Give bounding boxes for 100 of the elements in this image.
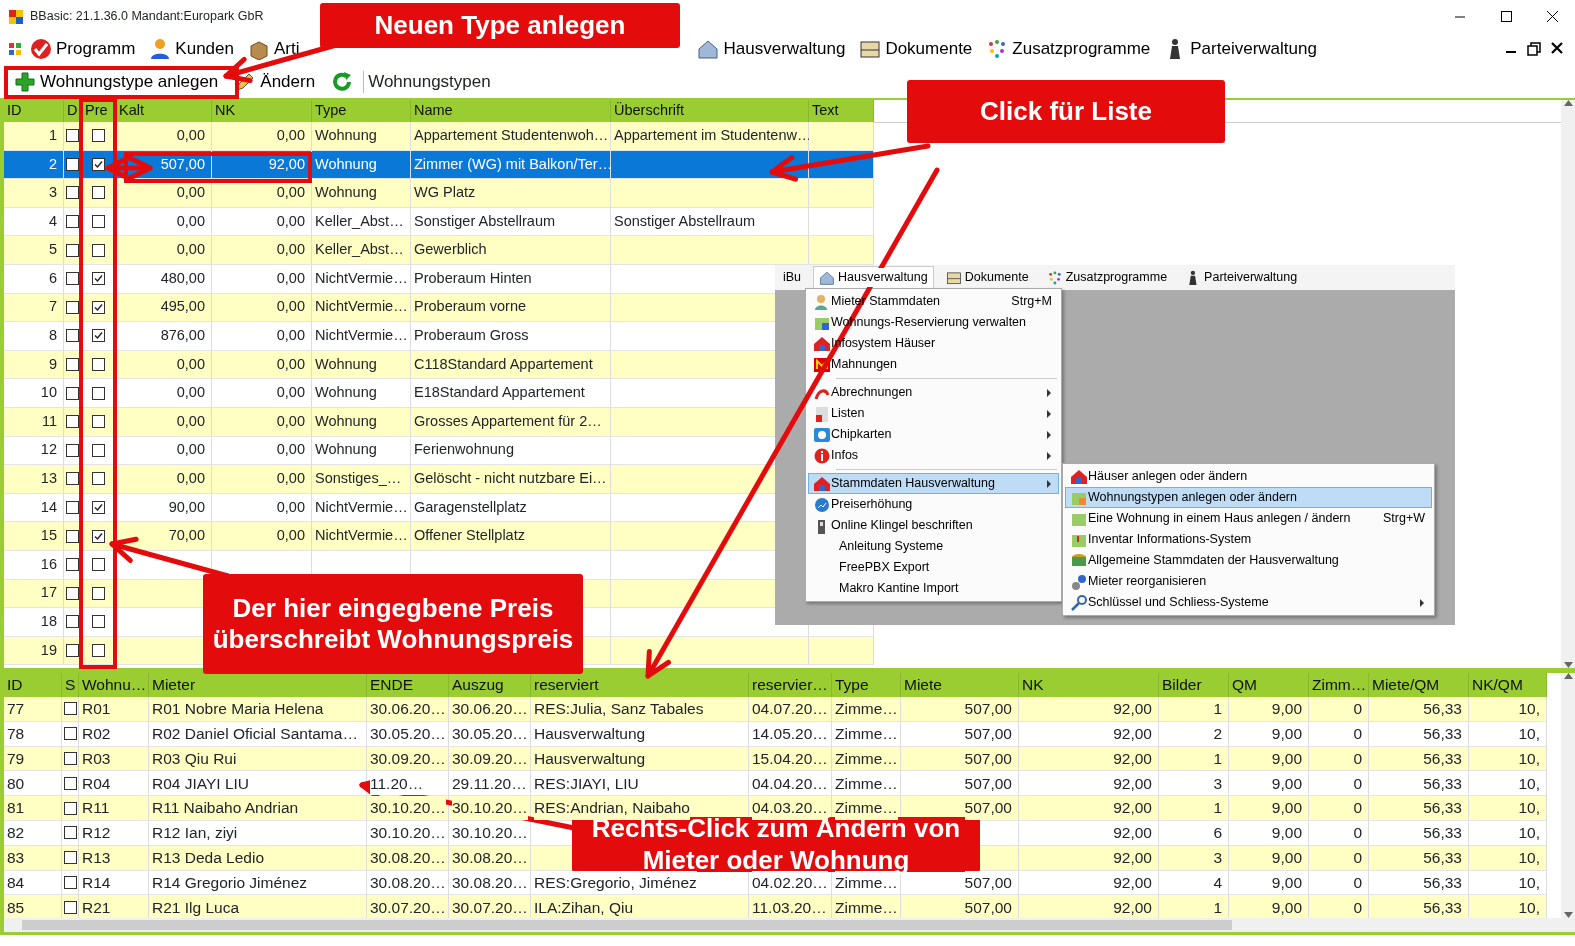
checkbox[interactable] — [63, 826, 77, 840]
checkbox[interactable] — [66, 186, 79, 200]
scrollbar[interactable] — [1561, 673, 1575, 918]
scrollbar[interactable] — [4, 918, 1575, 932]
column-header[interactable]: ID — [4, 100, 64, 122]
column-header[interactable]: S — [62, 673, 79, 697]
column-header[interactable]: Überschrift — [611, 100, 809, 122]
toolbar-button[interactable]: Ändern — [228, 66, 322, 97]
checkbox[interactable] — [92, 501, 105, 514]
checkbox[interactable] — [66, 558, 79, 572]
checkbox[interactable] — [92, 615, 105, 629]
menu-item[interactable]: Zusatzprogramme — [1040, 266, 1174, 289]
menu-item[interactable]: Parteiverwaltung — [1179, 266, 1304, 289]
checkbox[interactable] — [92, 129, 105, 143]
checkbox[interactable] — [66, 644, 79, 657]
checkbox[interactable] — [66, 615, 79, 629]
checkbox[interactable] — [66, 243, 79, 257]
checkbox[interactable] — [92, 300, 105, 314]
menu-item[interactable]: Stammdaten Hausverwaltung — [808, 473, 1059, 494]
menu-item[interactable]: Listen — [808, 403, 1059, 424]
column-header[interactable]: ENDE — [367, 673, 449, 697]
menu-item[interactable]: Häuser anlegen oder ändern — [1065, 466, 1432, 487]
column-header[interactable]: reservier… — [749, 673, 832, 697]
menu-item[interactable]: Mahnungen — [808, 354, 1059, 375]
checkbox[interactable] — [92, 358, 105, 372]
menu-item[interactable]: Chipkarten — [808, 424, 1059, 445]
column-header[interactable]: reserviert — [531, 673, 749, 697]
column-header[interactable]: Mieter — [149, 673, 367, 697]
menu-item[interactable]: Eine Wohnung in einem Haus anlegen / ändern Strg+W — [1065, 508, 1432, 529]
scrollbar[interactable] — [1561, 100, 1575, 668]
menu-item[interactable]: Zusatzprogramme — [980, 34, 1157, 64]
checkbox[interactable] — [66, 529, 79, 543]
checkbox[interactable] — [92, 443, 105, 457]
checkbox[interactable] — [66, 415, 79, 429]
checkbox[interactable] — [66, 300, 79, 314]
menu-item[interactable]: Anleitung Systeme — [808, 536, 1059, 557]
menu-item[interactable]: Inventar Informations-System — [1065, 529, 1432, 550]
checkbox[interactable] — [66, 386, 79, 400]
column-header[interactable]: Kalt — [116, 100, 212, 122]
menu-item[interactable]: Schlüssel und Schliess-Systeme — [1065, 592, 1432, 613]
checkbox[interactable] — [92, 272, 105, 286]
checkbox[interactable] — [66, 157, 79, 171]
menu-item[interactable]: FreePBX Export — [808, 557, 1059, 578]
column-header[interactable]: ID — [4, 673, 62, 697]
checkbox[interactable] — [63, 752, 77, 765]
checkbox[interactable] — [66, 329, 79, 343]
checkbox[interactable] — [92, 472, 105, 486]
checkbox[interactable] — [92, 415, 105, 429]
menu-item[interactable]: Hausverwaltung — [691, 34, 852, 64]
column-header[interactable]: Zimm… — [1309, 673, 1369, 697]
column-header[interactable]: Miete/QM — [1369, 673, 1469, 697]
checkbox[interactable] — [92, 644, 105, 657]
column-header[interactable]: QM — [1229, 673, 1309, 697]
menu-item[interactable]: Mieter reorganisieren — [1065, 571, 1432, 592]
checkbox[interactable] — [63, 727, 77, 741]
menu-item[interactable]: Makro Kantine Import — [808, 578, 1059, 599]
checkbox[interactable] — [66, 358, 79, 372]
checkbox[interactable] — [92, 529, 105, 543]
checkbox[interactable] — [63, 801, 77, 815]
menu-item[interactable]: Programm — [24, 34, 142, 64]
checkbox[interactable] — [66, 272, 79, 286]
menu-item[interactable]: Online Klingel beschriften — [808, 515, 1059, 536]
checkbox[interactable] — [63, 851, 77, 865]
column-header[interactable]: NK — [212, 100, 312, 122]
column-header[interactable]: Text — [809, 100, 874, 122]
close-icon[interactable] — [1551, 42, 1563, 54]
column-header[interactable]: Type — [832, 673, 901, 697]
menu-item[interactable]: Infos — [808, 445, 1059, 466]
checkbox[interactable] — [66, 501, 79, 514]
menu-item[interactable]: Kunden — [143, 34, 240, 64]
column-header[interactable]: Type — [312, 100, 411, 122]
checkbox[interactable] — [63, 900, 77, 914]
checkbox[interactable] — [92, 586, 105, 600]
menu-item[interactable]: Preiserhöhung — [808, 494, 1059, 515]
menu-item[interactable]: iBu — [777, 266, 808, 289]
checkbox[interactable] — [92, 386, 105, 400]
checkbox[interactable] — [92, 329, 105, 343]
checkbox[interactable] — [63, 776, 77, 790]
menu-item[interactable]: Dokumente — [853, 34, 979, 64]
checkbox[interactable] — [63, 875, 77, 889]
column-header[interactable]: NK — [1019, 673, 1159, 697]
checkbox[interactable] — [92, 186, 105, 200]
menu-item[interactable]: Abrechnungen — [808, 382, 1059, 403]
column-header[interactable]: Name — [411, 100, 611, 122]
checkbox[interactable] — [92, 243, 105, 257]
column-header[interactable]: Auszug — [449, 673, 531, 697]
menu-item[interactable]: Wohnungstypen anlegen oder ändern — [1065, 487, 1432, 508]
menu-item[interactable]: Parteiverwaltung — [1158, 34, 1323, 64]
restore-icon[interactable] — [1527, 42, 1541, 56]
menu-item[interactable]: Hausverwaltung — [813, 266, 934, 289]
checkbox[interactable] — [92, 558, 105, 572]
checkbox[interactable] — [63, 702, 77, 716]
menu-item[interactable]: Arti — [242, 34, 306, 64]
column-header[interactable]: NK/QM — [1469, 673, 1547, 697]
column-header[interactable]: Bilder — [1159, 673, 1229, 697]
checkbox[interactable] — [66, 586, 79, 600]
menu-item[interactable]: Allgemeine Stammdaten der Hausverwaltung — [1065, 550, 1432, 571]
checkbox[interactable] — [66, 472, 79, 486]
column-header[interactable]: Miete — [901, 673, 1019, 697]
column-header[interactable]: Wohnu… — [79, 673, 149, 697]
